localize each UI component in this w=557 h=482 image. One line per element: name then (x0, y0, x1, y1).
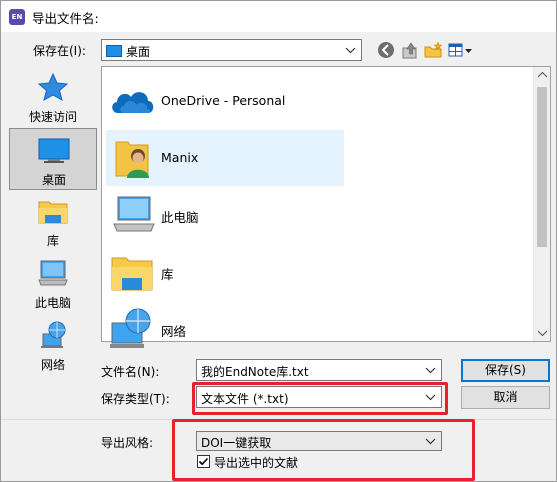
list-item-manix[interactable]: Manix (106, 130, 344, 186)
window-title: 导出文件名: (32, 11, 99, 26)
place-network[interactable]: 网络 (9, 314, 97, 376)
chevron-down-icon (425, 367, 436, 374)
list-item-onedrive[interactable]: OneDrive - Personal (106, 73, 344, 129)
computer-icon (38, 260, 68, 286)
list-item-label: 库 (161, 267, 174, 282)
list-item-this-pc[interactable]: 此电脑 (106, 187, 344, 243)
list-item-library[interactable]: 库 (106, 244, 344, 300)
view-menu-button[interactable] (446, 39, 474, 61)
filetype-label: 保存类型(T): (101, 392, 170, 406)
place-label: 此电脑 (34, 296, 71, 310)
new-folder-button[interactable] (422, 39, 444, 61)
list-item-label: Manix (161, 150, 199, 165)
desktop-icon (38, 138, 70, 163)
place-desktop[interactable]: 桌面 (9, 128, 97, 190)
export-style-label: 导出风格: (101, 436, 154, 450)
highlight-box-filetype (192, 382, 448, 415)
computer-icon (113, 196, 155, 232)
filename-field[interactable]: 我的EndNote库.txt (196, 359, 442, 381)
back-arrow-icon (378, 42, 394, 58)
list-item-label: 此电脑 (161, 210, 199, 225)
highlight-box-export-style (172, 419, 475, 481)
save-in-label: 保存在(I): (33, 44, 86, 58)
up-folder-button[interactable] (399, 39, 421, 61)
chevron-down-icon (345, 47, 356, 54)
onedrive-cloud-icon (112, 92, 154, 113)
back-button[interactable] (375, 39, 397, 61)
library-folder-icon (38, 201, 68, 224)
save-in-value: 桌面 (106, 43, 150, 60)
filename-label: 文件名(N): (101, 365, 160, 379)
user-folder-icon (115, 141, 149, 178)
title-bar: EN 导出文件名: (1, 1, 556, 32)
filename-value: 我的EndNote库.txt (201, 365, 309, 379)
place-label: 快速访问 (28, 110, 77, 124)
list-item-network[interactable]: 网络 (106, 301, 344, 357)
desktop-mini-icon (106, 45, 122, 57)
list-item-label: 网络 (161, 324, 187, 339)
vertical-scrollbar[interactable] (533, 67, 550, 341)
scroll-down-arrow-icon[interactable] (538, 330, 547, 336)
network-icon (41, 321, 66, 348)
file-list[interactable]: OneDrive - Personal Manix 此电脑 库 网络 (101, 66, 551, 348)
place-label: 网络 (40, 358, 65, 372)
star-icon (37, 72, 69, 102)
place-this-pc[interactable]: 此电脑 (9, 252, 97, 314)
network-icon (110, 308, 151, 348)
save-in-dropdown[interactable]: 桌面 (101, 39, 362, 61)
view-grid-icon (448, 43, 472, 57)
save-button[interactable]: 保存(S) (461, 359, 550, 382)
save-in-text: 桌面 (126, 45, 151, 59)
place-label: 桌面 (41, 173, 66, 187)
place-library[interactable]: 库 (9, 190, 97, 252)
library-folder-icon (111, 257, 153, 291)
places-bar: 快速访问 桌面 库 此电脑 网络 (9, 66, 97, 377)
scroll-up-arrow-icon[interactable] (538, 72, 547, 78)
list-item-label: OneDrive - Personal (161, 93, 286, 108)
place-quick-access[interactable]: 快速访问 (9, 66, 97, 128)
cancel-button[interactable]: 取消 (461, 386, 550, 409)
new-folder-icon (424, 41, 443, 58)
endnote-app-icon: EN (9, 9, 25, 25)
place-label: 库 (46, 234, 59, 248)
scrollbar-thumb[interactable] (537, 87, 547, 247)
up-folder-icon (402, 42, 417, 59)
save-dialog: EN 导出文件名: 保存在(I): 桌面 快速访问 桌面 库 此电脑 网络 On… (0, 0, 557, 482)
